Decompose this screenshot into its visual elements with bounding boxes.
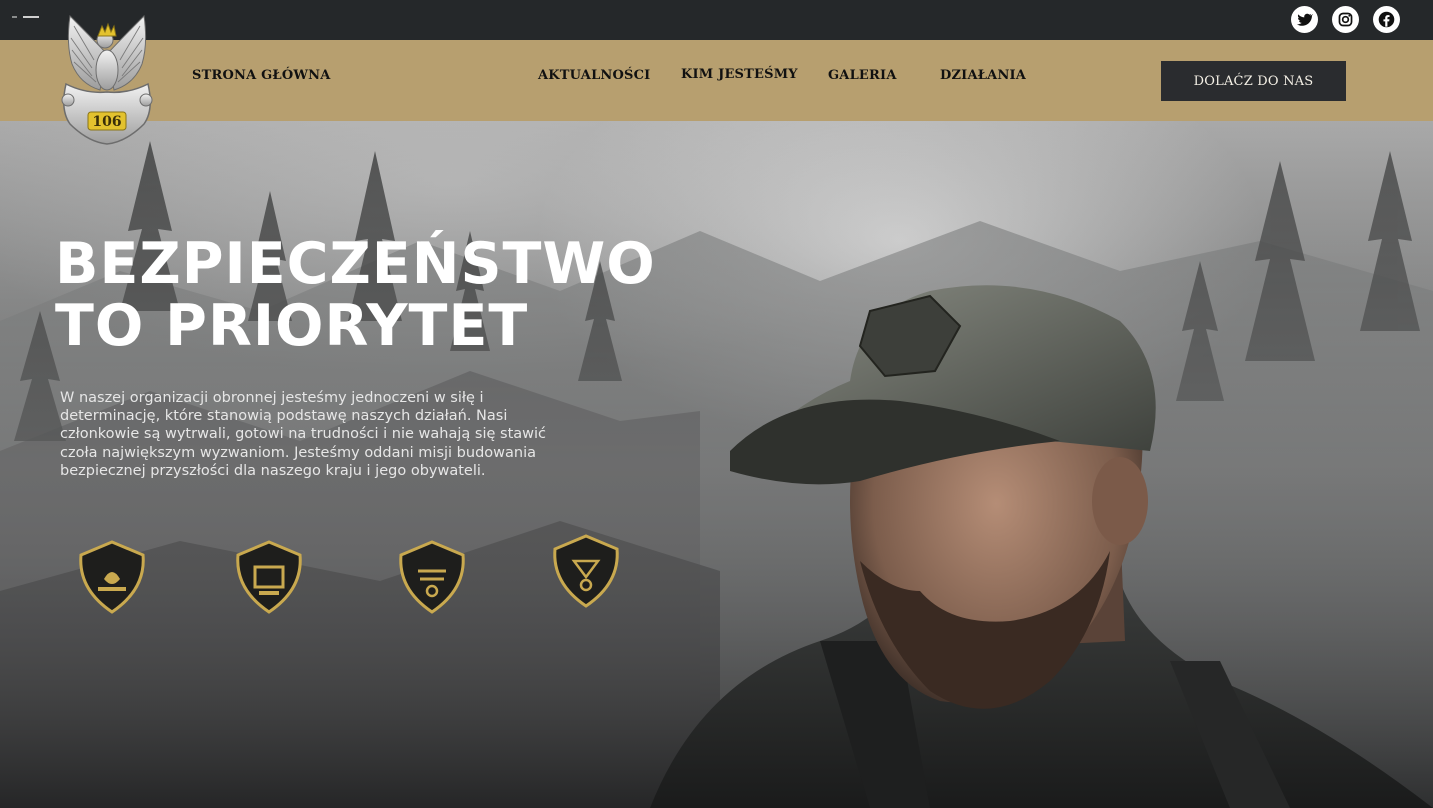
hero-description: W naszej organizacji obronnej jesteśmy j… bbox=[60, 390, 546, 479]
social-links bbox=[1291, 6, 1400, 33]
instagram-icon[interactable] bbox=[1332, 6, 1359, 33]
eagle-emblem-icon[interactable]: 106 bbox=[58, 14, 156, 148]
nav-about[interactable]: KIM JESTEŚMY bbox=[681, 67, 798, 82]
shield-badge-icon[interactable] bbox=[550, 533, 622, 609]
shield-badge-icon[interactable] bbox=[233, 539, 305, 615]
join-button[interactable]: DOLAĆZ DO NAS bbox=[1161, 61, 1346, 101]
hero-headline: BEZPIECZEŃSTWO TO PRIORYTET bbox=[55, 233, 656, 357]
twitter-icon[interactable] bbox=[1291, 6, 1318, 33]
nav-activities[interactable]: DZIAŁANIA bbox=[940, 68, 1026, 83]
top-bar bbox=[0, 0, 1433, 40]
headline-line-2: TO PRIORYTET bbox=[55, 293, 529, 359]
main-navigation: STRONA GŁÓWNA AKTUALNOŚCI KIM JESTEŚMY G… bbox=[0, 40, 1433, 121]
shield-badge-icon[interactable] bbox=[396, 539, 468, 615]
nav-news[interactable]: AKTUALNOŚCI bbox=[538, 68, 650, 83]
window-marks bbox=[12, 16, 39, 18]
facebook-icon[interactable] bbox=[1373, 6, 1400, 33]
shield-badge-icon[interactable] bbox=[76, 539, 148, 615]
nav-gallery[interactable]: GALERIA bbox=[828, 68, 897, 83]
hero-section: BEZPIECZEŃSTWO TO PRIORYTET W naszej org… bbox=[0, 121, 1433, 808]
nav-home[interactable]: STRONA GŁÓWNA bbox=[192, 68, 331, 83]
logo-number: 106 bbox=[92, 114, 121, 130]
headline-line-1: BEZPIECZEŃSTWO bbox=[55, 231, 656, 297]
